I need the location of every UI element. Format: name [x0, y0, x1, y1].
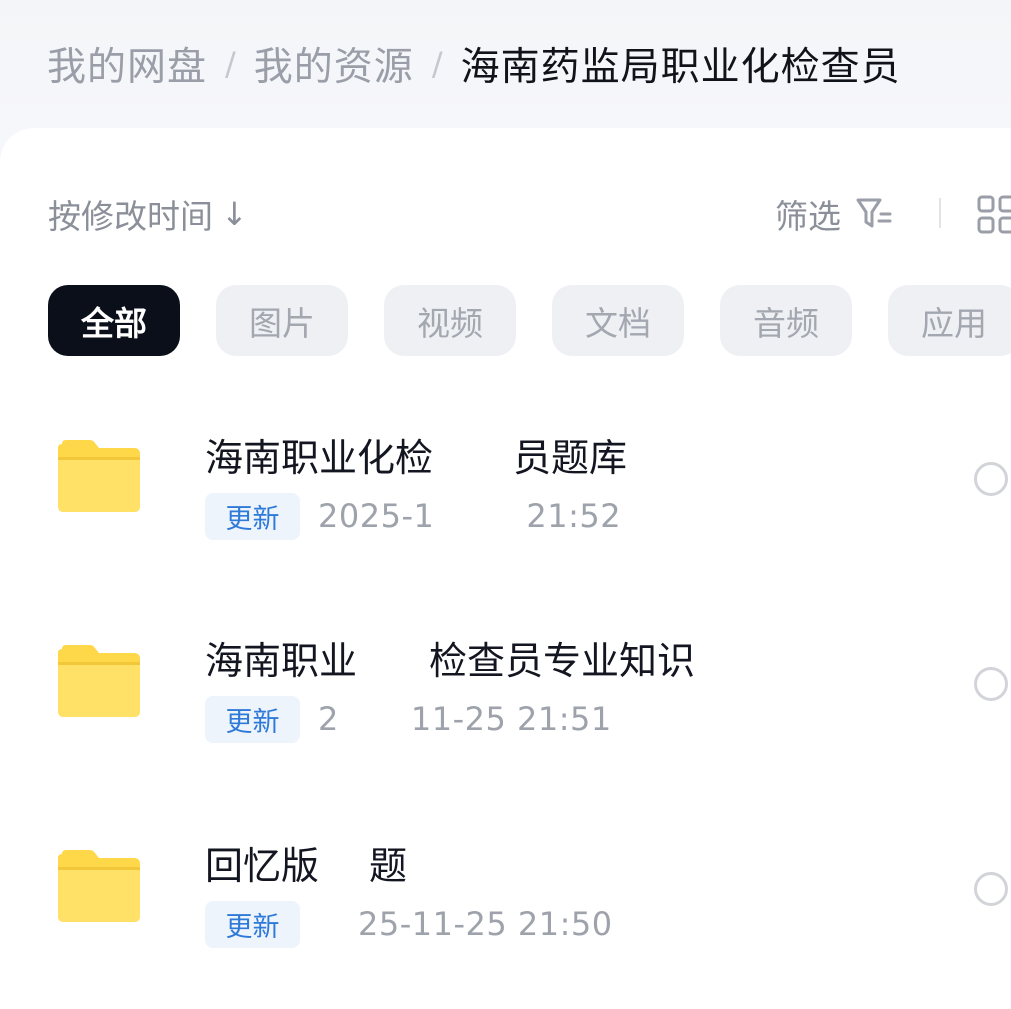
tab-all[interactable]: 全部 [48, 285, 180, 356]
tab-images[interactable]: 图片 [216, 285, 348, 356]
file-name: 海南职业化检 员题库 [205, 436, 628, 480]
update-badge: 更新 [205, 901, 300, 948]
update-badge: 更新 [205, 493, 300, 540]
file-modified-time: 2025-1 21:52 [318, 497, 622, 535]
file-row[interactable]: 海南职业 检查员专业知识 更新 2 11-25 21:51 [0, 610, 1011, 770]
file-name: 回忆版题 [205, 844, 408, 888]
tab-audio[interactable]: 音频 [720, 285, 852, 356]
folder-icon [58, 440, 140, 512]
file-row[interactable]: 回忆版题 更新 25-11-25 21:50 [0, 815, 1011, 975]
breadcrumb-separator: / [225, 45, 236, 83]
file-modified-time: 25-11-25 21:50 [358, 905, 613, 943]
update-badge: 更新 [205, 696, 300, 743]
file-name: 海南职业 检查员专业知识 [205, 639, 696, 683]
grid-view-icon[interactable] [976, 194, 1011, 234]
tab-documents[interactable]: 文档 [552, 285, 684, 356]
breadcrumb-item-my-resources[interactable]: 我的资源 [254, 36, 414, 92]
breadcrumb-separator: / [431, 45, 443, 83]
filter-label: 筛选 [775, 197, 841, 236]
folder-icon [58, 850, 140, 922]
sort-label: 按修改时间 [48, 197, 213, 236]
filter-button[interactable]: 筛选 [775, 190, 893, 238]
toolbar-divider [939, 198, 941, 228]
breadcrumb: 我的网盘 / 我的资源 / 海南药监局职业化检查员 [47, 34, 901, 94]
file-row[interactable]: 海南职业化检 员题库 更新 2025-1 21:52 [0, 405, 1011, 565]
tab-apps[interactable]: 应用 [888, 285, 1011, 356]
sort-direction-icon: ↓ [221, 195, 248, 233]
folder-icon [58, 645, 140, 717]
sort-button[interactable]: 按修改时间 ↓ [48, 190, 248, 238]
tab-videos[interactable]: 视频 [384, 285, 516, 356]
select-radio[interactable] [974, 667, 1008, 701]
file-modified-time: 2 11-25 21:51 [318, 700, 612, 738]
filter-icon [856, 198, 892, 228]
select-radio[interactable] [974, 872, 1008, 906]
select-radio[interactable] [974, 462, 1008, 496]
breadcrumb-item-my-drive[interactable]: 我的网盘 [47, 36, 207, 92]
breadcrumb-item-current-folder: 海南药监局职业化检查员 [460, 45, 901, 90]
file-browser-screen: 我的网盘 / 我的资源 / 海南药监局职业化检查员 按修改时间 ↓ 筛选 全部 … [0, 0, 1011, 1009]
